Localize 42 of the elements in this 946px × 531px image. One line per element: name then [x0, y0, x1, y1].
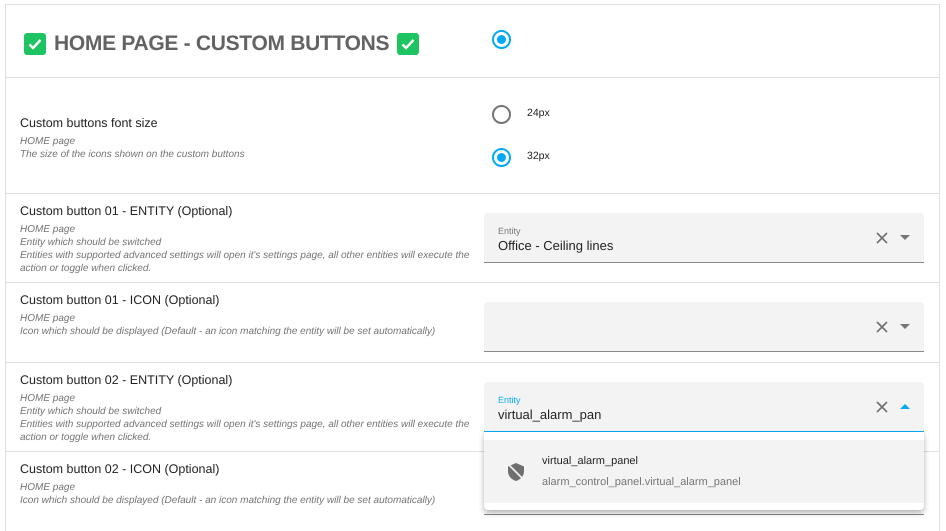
field-value: Office - Ceiling lines	[498, 236, 614, 254]
setting-title: Custom button 01 - ENTITY (Optional)	[20, 203, 234, 219]
setting-title: Custom button 02 - ICON (Optional)	[20, 461, 220, 477]
setting-description: Icon which should be displayed (Default - an icon matching the entity will be set automatically)	[20, 494, 436, 507]
close-icon[interactable]	[876, 232, 888, 244]
entity-field[interactable]: Entity Office - Ceiling lines	[484, 213, 924, 263]
caret-down-icon[interactable]	[900, 324, 910, 329]
option-label: 24px	[527, 106, 550, 122]
field-label: Entity	[498, 226, 522, 236]
setting-title: Custom buttons font size	[20, 114, 159, 130]
setting-title: Custom button 01 - ICON (Optional)	[20, 292, 220, 308]
setting-description: The size of the icons shown on the custom buttons	[20, 148, 246, 160]
setting-description: HOME page	[20, 392, 76, 405]
caret-up-icon[interactable]	[900, 404, 910, 409]
entity-field[interactable]: Entity virtual_alarm_pan	[484, 382, 924, 432]
setting-description: HOME page	[20, 312, 76, 325]
setting-description: Entity which should be switched	[20, 405, 162, 418]
option-entity-id: alarm_control_panel.virtual_alarm_panel	[542, 474, 741, 490]
setting-description: Entities with supported advanced settings will open it's settings page, all other entities will execute the action or toggle when clicked.	[20, 418, 470, 444]
setting-title: Custom button 02 - ENTITY (Optional)	[20, 372, 234, 388]
option-name: virtual_alarm_panel	[542, 454, 639, 469]
setting-description: Entities with supported advanced settings will open it's settings page, all other entities will execute the action or toggle when clicked.	[20, 249, 470, 275]
shield-off-icon	[508, 462, 524, 480]
entity-field[interactable]	[484, 302, 924, 352]
radio-button[interactable]	[492, 148, 511, 166]
check-icon	[397, 33, 420, 55]
close-icon[interactable]	[876, 320, 888, 332]
setting-description: HOME page	[20, 223, 76, 236]
caret-down-icon[interactable]	[900, 235, 910, 240]
radio-button[interactable]	[492, 30, 511, 48]
check-icon	[24, 33, 46, 55]
setting-description: HOME page	[20, 134, 76, 148]
setting-description: HOME page	[20, 481, 76, 494]
field-label: Entity	[498, 394, 522, 406]
setting-description: Icon which should be displayed (Default - an icon matching the entity will be set automatically)	[20, 325, 436, 338]
section-title: HOME PAGE - CUSTOM BUTTONS	[54, 31, 390, 58]
close-icon[interactable]	[876, 400, 888, 412]
field-value: virtual_alarm_pan	[498, 406, 602, 422]
option-label: 32px	[527, 149, 550, 164]
dropdown-item[interactable]: virtual_alarm_panel alarm_control_panel.virtual_alarm_panel	[484, 440, 924, 503]
radio-button[interactable]	[492, 104, 511, 124]
setting-description: Entity which should be switched	[20, 236, 162, 249]
